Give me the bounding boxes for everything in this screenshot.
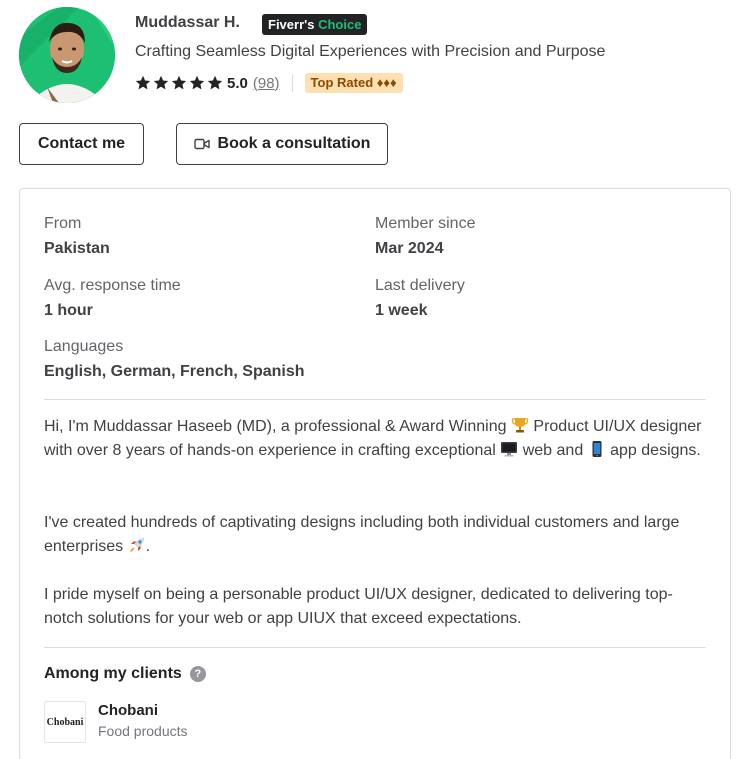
- desktop-computer-icon: [501, 442, 518, 457]
- rocket-icon: [129, 537, 145, 552]
- last-delivery-label: Last delivery: [375, 277, 465, 294]
- divider: [44, 399, 706, 400]
- star-icon: [171, 75, 187, 90]
- star-icon: [207, 75, 223, 90]
- avatar: [19, 7, 115, 103]
- description-paragraph: Hi, I'm Muddassar Haseeb (MD), a profess…: [44, 415, 706, 463]
- client-category: Food products: [98, 723, 188, 739]
- description-paragraph: I've created hundreds of captivating des…: [44, 511, 706, 559]
- help-icon[interactable]: ?: [189, 666, 206, 682]
- clients-heading: Among my clients ?: [44, 665, 206, 683]
- rating-row: 5.0 (98) Top Rated ♦♦♦: [135, 73, 403, 93]
- from-value: Pakistan: [44, 240, 110, 257]
- clients-title: Among my clients: [44, 665, 182, 682]
- star-rating: [135, 75, 223, 91]
- member-since-label: Member since: [375, 215, 476, 232]
- top-rated-badge: Top Rated ♦♦♦: [304, 73, 403, 93]
- star-icon: [135, 75, 151, 90]
- member-since-value: Mar 2024: [375, 240, 444, 257]
- divider: [291, 74, 293, 92]
- star-icon: [153, 75, 169, 90]
- badge-brand-text: Fiverr's: [268, 17, 315, 32]
- badge-choice-text: Choice: [318, 17, 362, 32]
- from-label: From: [44, 215, 82, 232]
- description-text: app designs.: [610, 442, 701, 459]
- seller-info-card: From Pakistan Member since Mar 2024 Avg.…: [19, 188, 731, 759]
- contact-me-button[interactable]: Contact me: [19, 123, 144, 165]
- description-text: web and: [522, 442, 584, 459]
- last-delivery-value: 1 week: [375, 302, 428, 319]
- description-paragraph: I pride myself on being a personable pro…: [44, 586, 673, 627]
- star-icon: [189, 75, 205, 90]
- video-camera-icon: [193, 138, 210, 150]
- mobile-phone-icon: [592, 441, 602, 457]
- seller-tagline: Crafting Seamless Digital Experiences wi…: [135, 43, 606, 60]
- response-time-value: 1 hour: [44, 302, 93, 319]
- client-name: Chobani: [98, 702, 158, 719]
- seller-name[interactable]: Muddassar H.: [135, 14, 240, 32]
- description-text: Hi, I'm Muddassar Haseeb (MD), a profess…: [44, 418, 507, 435]
- client-logo: Chobani: [44, 701, 86, 743]
- review-count-link[interactable]: (98): [253, 75, 280, 92]
- book-consultation-label: Book a consultation: [217, 135, 371, 152]
- divider: [44, 647, 706, 648]
- rating-score: 5.0: [227, 74, 248, 92]
- response-time-label: Avg. response time: [44, 277, 181, 294]
- description-text: .: [145, 538, 151, 555]
- languages-value: English, German, French, Spanish: [44, 363, 305, 380]
- fiverrs-choice-badge: Fiverr's Choice: [262, 14, 368, 35]
- trophy-icon: [511, 418, 529, 433]
- book-consultation-button[interactable]: Book a consultation: [176, 123, 388, 165]
- languages-label: Languages: [44, 338, 124, 355]
